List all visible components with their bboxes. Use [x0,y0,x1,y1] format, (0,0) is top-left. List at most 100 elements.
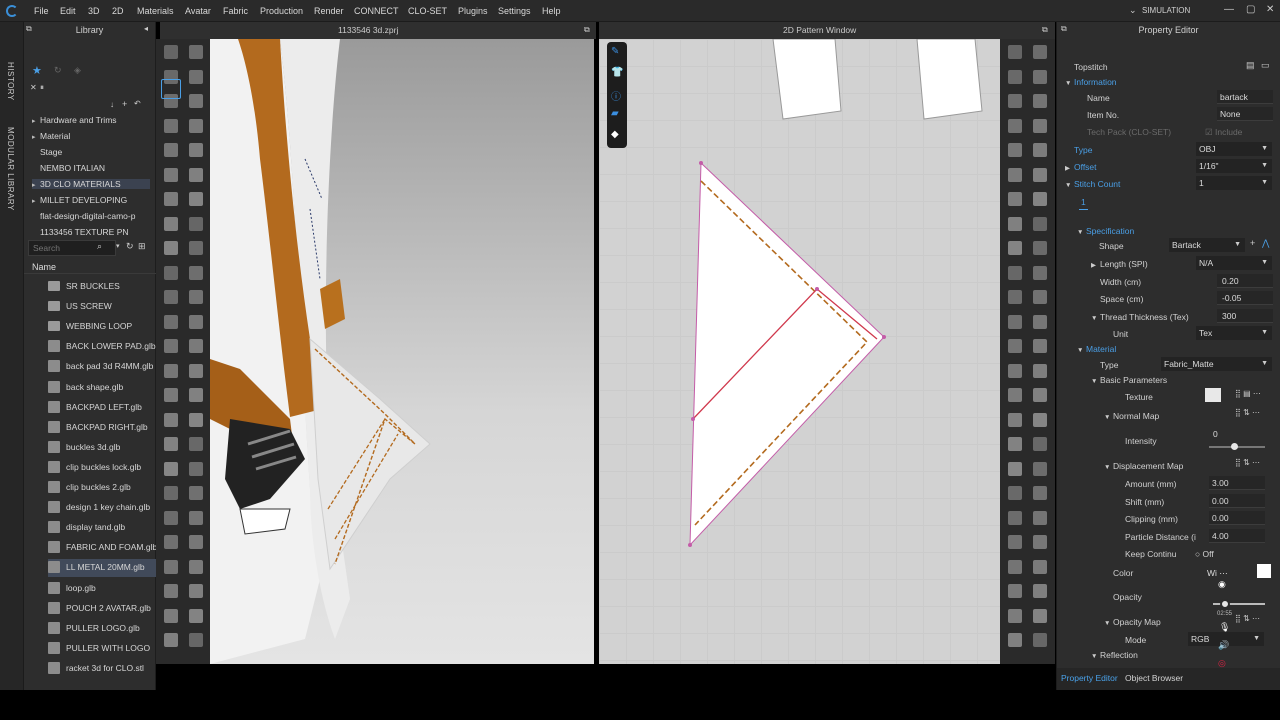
tool-button-icon[interactable] [1008,486,1022,500]
folder-icon[interactable]: ▭ [1261,60,1270,71]
menu-render[interactable]: Render [314,6,344,16]
tool-button-icon[interactable] [1008,437,1022,451]
speaker-icon[interactable]: 🔊 [1218,640,1229,651]
list-item[interactable]: POUCH 2 AVATAR.glb [48,600,168,618]
tool-button-icon[interactable] [1008,290,1022,304]
list-item[interactable]: WEBBING LOOP [48,318,168,336]
tool-button-icon[interactable] [164,290,178,304]
tool-button-icon[interactable] [1033,461,1047,476]
tool-button-icon[interactable] [189,388,203,402]
section-normal-map[interactable]: ▼ Normal Map [1104,411,1159,421]
tool-button-icon[interactable] [189,118,203,133]
viewport-2d[interactable]: ✎ 👕 ⓘ ▰ ◆ [599,39,1000,664]
list-item[interactable]: back pad 3d R4MM.glb [48,358,168,376]
tool-button-icon[interactable] [1033,363,1047,378]
list-item[interactable]: BACKPAD LEFT.glb [48,399,168,417]
tool-button-icon[interactable] [1033,192,1047,206]
tree-item[interactable]: flat-design-digital-camo-p [32,211,150,221]
save-icon[interactable]: ▤ [1246,60,1255,71]
tool-button-icon[interactable] [1008,510,1022,525]
tab-object-browser[interactable]: Object Browser [1125,673,1183,683]
stitch-preview-icon[interactable]: ⋀ [1262,238,1269,249]
displacement-options-icon[interactable]: ⣿ ⇅ ⋯ [1235,458,1260,467]
mode-label[interactable]: SIMULATION [1142,6,1190,15]
tool-button-icon[interactable] [189,412,203,427]
thread-thickness-label[interactable]: ▼ Thread Thickness (Tex) [1091,312,1189,322]
download-icon[interactable]: ↓ [110,100,114,109]
pause-icon[interactable]: ⏸ [40,83,44,93]
tool-button-icon[interactable] [1033,608,1047,623]
tool-button-icon[interactable] [164,584,178,598]
favorite-star-icon[interactable]: ★ [32,64,42,77]
tool-button-icon[interactable] [1033,633,1047,647]
tool-button-icon[interactable] [1008,559,1022,574]
tool-button-icon[interactable] [189,437,203,451]
tool-button-icon[interactable] [189,486,203,500]
tool-button-icon[interactable] [1008,143,1022,157]
section-reflection[interactable]: ▼ Reflection [1091,650,1138,660]
tool-button-icon[interactable] [1008,314,1022,329]
tool-button-icon[interactable] [1033,69,1047,84]
menu-file[interactable]: File [34,6,49,16]
search-input[interactable] [28,240,116,256]
add-icon[interactable]: + [122,99,127,109]
item-no-field[interactable]: None [1217,107,1273,121]
tool-button-icon[interactable] [189,559,203,574]
tool-button-icon[interactable] [164,461,178,476]
tool-button-icon[interactable] [1008,535,1022,549]
thread-thickness-field[interactable]: 300 [1217,309,1273,323]
tool-button-icon[interactable] [1033,45,1047,59]
menu-materials[interactable]: Materials [137,6,174,16]
clo-icon[interactable]: ◈ [74,65,81,76]
intensity-value[interactable]: 0 [1213,429,1218,439]
tool-button-icon[interactable] [189,216,203,231]
list-item[interactable]: US SCREW [48,298,168,316]
menu-plugins[interactable]: Plugins [458,6,488,16]
menu-production[interactable]: Production [260,6,303,16]
tab-property-editor[interactable]: Property Editor [1061,673,1118,683]
list-item[interactable]: racket 3d for CLO.stl [48,660,168,678]
tool-button-icon[interactable] [1033,559,1047,574]
tool-button-icon[interactable] [164,535,178,549]
close-icon[interactable]: ✕ [1266,4,1274,15]
opacity-map-options-icon[interactable]: ⣿ ⇅ ⋯ [1235,614,1260,623]
tool-button-icon[interactable] [1033,510,1047,525]
tool-button-icon[interactable] [1033,535,1047,549]
tool-button-icon[interactable] [164,192,178,206]
collapse-icon[interactable]: ◂ [144,24,148,33]
type-dropdown[interactable]: OBJ ▼ [1196,142,1272,156]
list-item[interactable]: BACK LOWER PAD.glb [48,338,168,356]
tool-button-icon[interactable] [189,633,203,647]
maximize-icon[interactable]: ▢ [1246,4,1255,15]
tree-item[interactable]: NEMBO ITALIAN [32,163,150,173]
tool-button-icon[interactable] [189,69,203,84]
tool-button-icon[interactable] [164,45,178,59]
list-item[interactable]: back shape.glb [48,379,168,397]
tool-button-icon[interactable] [1033,584,1047,598]
list-item[interactable]: FABRIC AND FOAM.glb [48,539,168,557]
keep-continuity-toggle[interactable]: ○ Off [1195,549,1214,559]
list-item[interactable]: design 1 key chain.glb [48,499,168,517]
tool-button-icon[interactable] [1008,584,1022,598]
include-checkbox[interactable]: ☑ Include [1205,127,1242,138]
add-shape-icon[interactable]: + [1250,238,1255,248]
tree-item[interactable]: 1133456 TEXTURE PN [32,227,150,235]
tool-button-icon[interactable] [1033,118,1047,133]
tool-button-icon[interactable] [1033,241,1047,255]
garment-icon[interactable]: ◆ [611,129,619,140]
name-column-header[interactable]: Name [24,260,156,274]
tool-button-icon[interactable] [1008,94,1022,108]
tool-button-icon[interactable] [1008,363,1022,378]
tool-button-icon[interactable] [189,94,203,108]
tool-button-icon[interactable] [164,143,178,157]
tool-button-icon[interactable] [189,314,203,329]
offset-dropdown[interactable]: 1/16" ▼ [1196,159,1272,173]
section-specification[interactable]: ▼ Specification [1077,226,1134,236]
tool-button-icon[interactable] [189,167,203,182]
menu-fabric[interactable]: Fabric [223,6,248,16]
tool-button-icon[interactable] [1008,192,1022,206]
color-name[interactable]: Wi ⋯ [1207,568,1228,579]
undock-icon[interactable]: ⧉ [584,25,590,35]
section-opacity-map[interactable]: ▼ Opacity Map [1104,617,1161,627]
back-icon[interactable]: ↶ [134,99,141,108]
